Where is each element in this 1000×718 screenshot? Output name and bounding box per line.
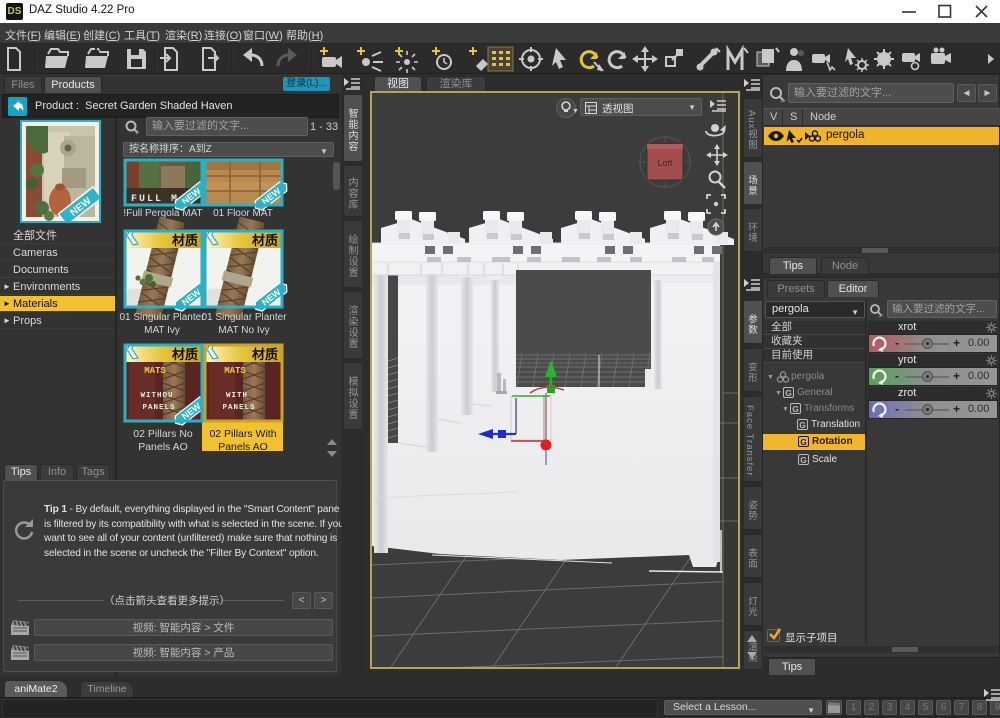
svg-text:材质: 材质: [172, 347, 198, 362]
svg-text:MAT Ivy: MAT Ivy: [144, 325, 180, 336]
svg-text:Panels AO: Panels AO: [218, 441, 268, 453]
svg-text:材质: 材质: [172, 233, 198, 248]
svg-text:Panels AO: Panels AO: [138, 441, 188, 453]
svg-text:01 Floor MAT: 01 Floor MAT: [213, 208, 273, 219]
svg-text:!Full Pergola MAT: !Full Pergola MAT: [123, 208, 202, 219]
svg-text:FULL M: FULL M: [131, 194, 179, 205]
svg-text:WITH: WITH: [226, 392, 248, 400]
svg-text:PANELS: PANELS: [142, 404, 175, 412]
svg-text:Loft: Loft: [657, 158, 673, 168]
svg-text:WITHOU: WITHOU: [140, 392, 173, 400]
svg-text:MATS: MATS: [144, 366, 166, 376]
svg-text:01 Singular Planter: 01 Singular Planter: [119, 312, 205, 323]
svg-text:材质: 材质: [252, 347, 278, 362]
svg-text:02 Pillars No: 02 Pillars No: [133, 428, 193, 440]
svg-text:PANELS: PANELS: [222, 404, 255, 412]
svg-text:材质: 材质: [252, 233, 278, 248]
svg-text:01 Singular Planter: 01 Singular Planter: [201, 312, 287, 323]
svg-text:MAT No Ivy: MAT No Ivy: [218, 325, 269, 336]
svg-text:02 Pillars With: 02 Pillars With: [209, 428, 276, 440]
svg-text:MATS: MATS: [224, 366, 246, 376]
